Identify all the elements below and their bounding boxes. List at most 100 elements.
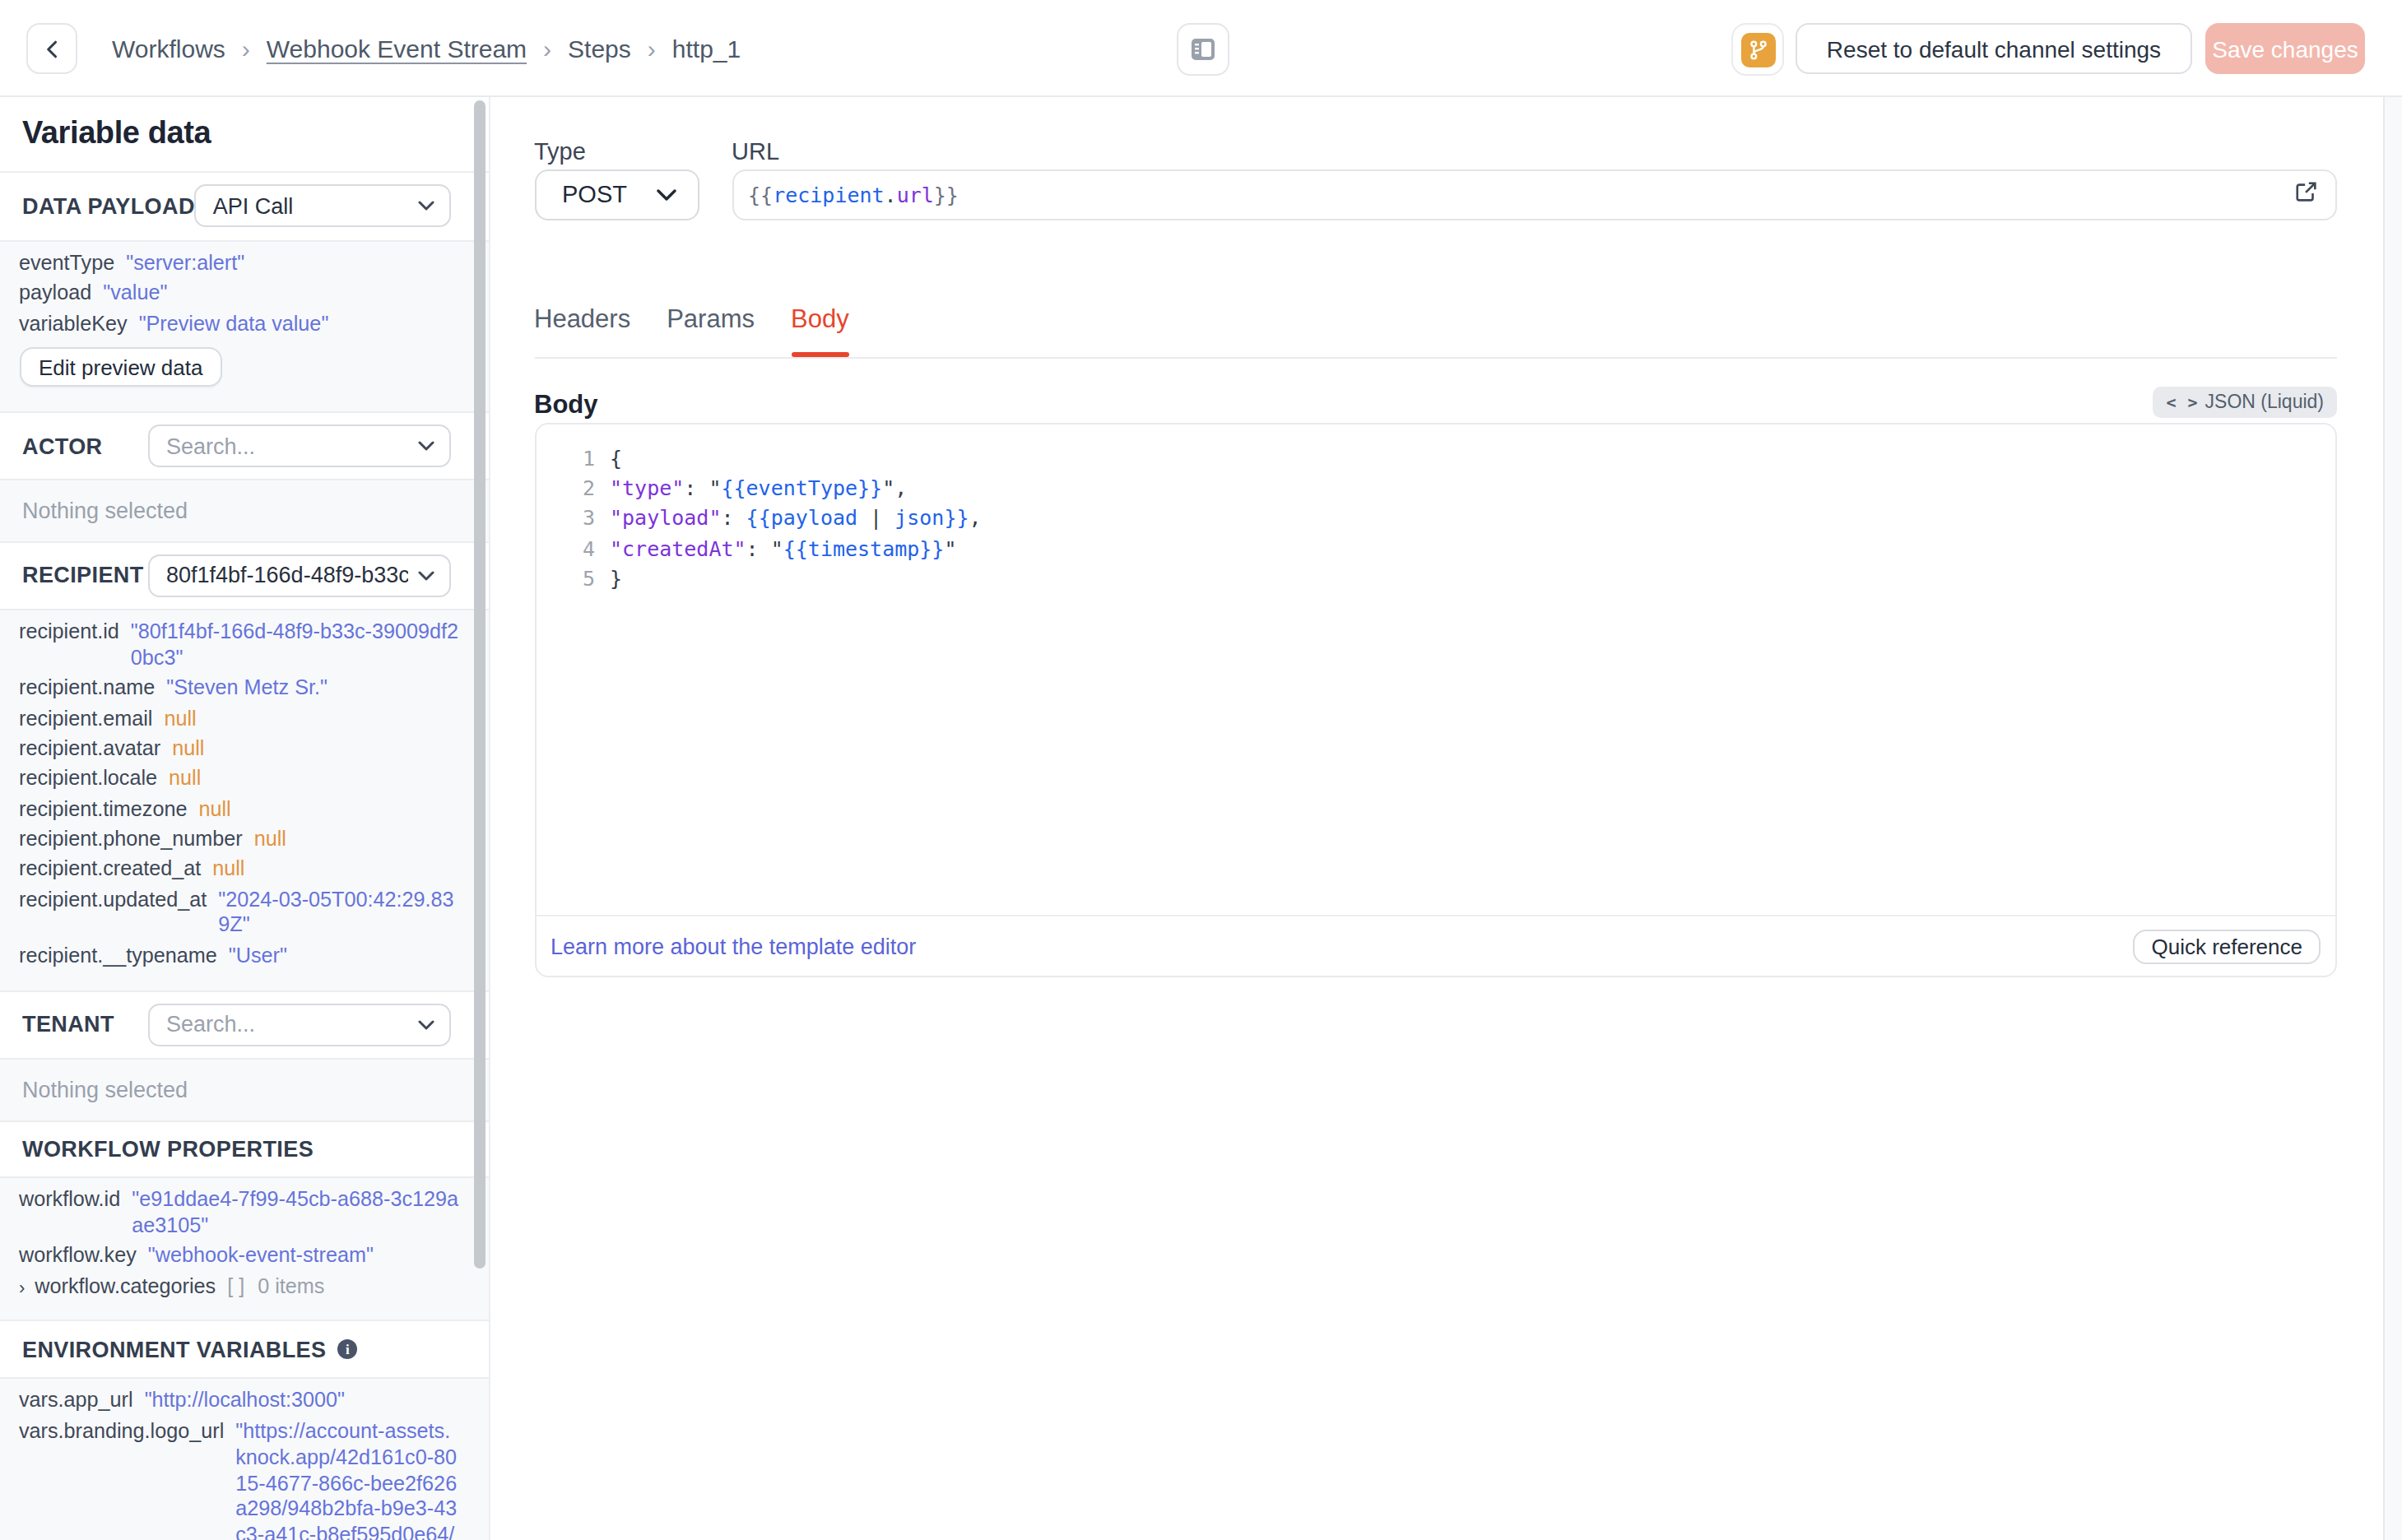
workflow-properties-preview: workflow.id"e91ddae4-7f99-45cb-a688-3c12… [0,1176,489,1320]
chevron-down-icon [417,201,434,211]
tabs-divider [534,356,2337,358]
breadcrumb: Workflows›Webhook Event Stream›Steps›htt… [112,0,741,97]
kv-row: vars.branding.logo_url"https://account-a… [19,1419,459,1540]
sidebar-scrollbar[interactable] [473,100,485,1269]
breadcrumb-separator: › [543,35,551,63]
tab-headers[interactable]: Headers [534,304,630,334]
kv-key: recipient.email [19,707,152,734]
tab-params[interactable]: Params [667,304,755,334]
actor-label: ACTOR [22,434,103,459]
quick-reference-button[interactable]: Quick reference [2133,929,2321,963]
kv-value: "Preview data value" [139,312,459,338]
breadcrumb-item[interactable]: Workflows [112,35,225,63]
breadcrumb-item[interactable]: Webhook Event Stream [267,35,527,63]
breadcrumb-item[interactable]: Steps [568,35,631,63]
kv-key: recipient.id [19,621,119,674]
save-changes-button[interactable]: Save changes [2205,23,2365,74]
kv-key: recipient.__typename [19,944,217,971]
kv-key: workflow.id [19,1188,120,1241]
tenant-label: TENANT [22,1013,114,1037]
line-number: 3 [536,504,595,535]
actor-empty-state: Nothing selected [0,480,489,541]
breadcrumb-separator: › [648,35,656,63]
kv-value: null [172,737,459,763]
template-editor-docs-link[interactable]: Learn more about the template editor [551,934,916,958]
kv-row: recipient.timezone null [19,797,459,823]
kv-value: null [169,768,459,794]
code-text: } [595,564,622,595]
edit-preview-data-button[interactable]: Edit preview data [19,348,222,387]
info-icon[interactable]: i [337,1339,357,1359]
kv-row: recipient.avatar null [19,737,459,763]
kv-key: variableKey [19,312,128,338]
code-text: { [595,443,622,474]
kv-value: "Steven Metz Sr." [166,677,459,703]
kv-row: recipient.__typename"User" [19,944,459,971]
external-link-icon[interactable] [2294,180,2319,210]
code-text: "createdAt": "{{timestamp}}" [595,534,957,564]
line-number: 4 [536,534,595,564]
kv-value: null [198,797,459,823]
code-text: "payload": {{payload | json}}, [595,504,982,535]
tenant-select[interactable]: Search... [148,1004,450,1046]
kv-key: workflow.key [19,1245,137,1271]
back-button[interactable] [26,23,77,74]
kv-brackets: [ ] [227,1274,244,1301]
tenant-empty-state: Nothing selected [0,1057,489,1120]
code-line: 3"payload": {{payload | json}}, [536,504,2335,535]
kv-key: vars.app_url [19,1389,133,1416]
body-code-editor[interactable]: 1{2"type": "{{eventType}}",3"payload": {… [534,422,2337,977]
kv-row: vars.app_url"http://localhost:3000" [19,1389,459,1416]
variable-data-sidebar: Variable data DATA PAYLOAD API Call even… [0,97,490,1540]
line-number: 5 [536,564,595,595]
editor-footer: Learn more about the template editor Qui… [536,915,2335,976]
code-content[interactable]: 1{2"type": "{{eventType}}",3"payload": {… [536,424,2335,595]
kv-key: recipient.phone_number [19,828,243,854]
method-select[interactable]: POST [534,169,699,220]
kv-row: recipient.created_atnull [19,858,459,884]
kv-row: workflow.id"e91ddae4-7f99-45cb-a688-3c12… [19,1188,459,1241]
kv-key: recipient.avatar [19,737,160,763]
kv-key: eventType [19,252,114,278]
main-panel: Type URL POST {{recipient.url}} HeadersP… [490,97,2382,1540]
kv-key: recipient.name [19,677,155,703]
recipient-row: RECIPIENT 80f1f4bf-166d-48f9-b33c [0,541,489,609]
language-badge: < > JSON (Liquid) [2153,387,2337,417]
url-input[interactable]: {{recipient.url}} [732,169,2337,220]
code-icon: < > [2166,393,2198,411]
data-payload-select[interactable]: API Call [195,184,450,227]
kv-row: recipient.email null [19,707,459,734]
recipient-select[interactable]: 80f1f4bf-166d-48f9-b33c [148,554,450,597]
tab-body[interactable]: Body [791,304,849,334]
active-tab-underline [791,351,848,356]
chevron-right-icon[interactable]: › [19,1275,25,1301]
code-line: 1{ [536,443,2335,474]
kv-value: null [212,858,459,884]
kv-value: null [164,707,459,734]
kv-count: 0 items [258,1274,324,1301]
kv-value: "e91ddae4-7f99-45cb-a688-3c129aae3105" [132,1188,459,1241]
reset-channel-settings-button[interactable]: Reset to default channel settings [1796,23,2192,74]
kv-row: payload"value" [19,282,459,308]
commit-changes-button[interactable] [1731,23,1784,76]
chevron-down-icon [417,442,434,452]
recipient-preview: recipient.id"80f1f4bf-166d-48f9-b33c-390… [0,609,489,990]
kv-key: recipient.locale [19,768,157,794]
chevron-down-icon [417,571,434,581]
chevron-down-icon [656,189,676,201]
sidebar-panel-icon [1188,35,1218,64]
environment-variables-preview: vars.app_url"http://localhost:3000"vars.… [0,1377,489,1540]
type-label: Type [534,138,586,165]
breadcrumb-item[interactable]: http_1 [672,35,741,63]
kv-key: recipient.timezone [19,797,187,823]
toggle-sidebar-button[interactable] [1177,23,1229,76]
actor-select[interactable]: Search... [148,425,450,468]
kv-value: "value" [103,282,459,308]
code-text: "type": "{{eventType}}", [595,474,907,504]
chevron-down-icon [417,1020,434,1030]
workflow-properties-header: WORKFLOW PROPERTIES [0,1120,489,1176]
sidebar-title: Variable data [0,97,489,170]
kv-value: "https://account-assets.knock.app/42d161… [235,1419,459,1540]
code-line: 2"type": "{{eventType}}", [536,474,2335,504]
kv-row: variableKey "Preview data value" [19,312,459,338]
